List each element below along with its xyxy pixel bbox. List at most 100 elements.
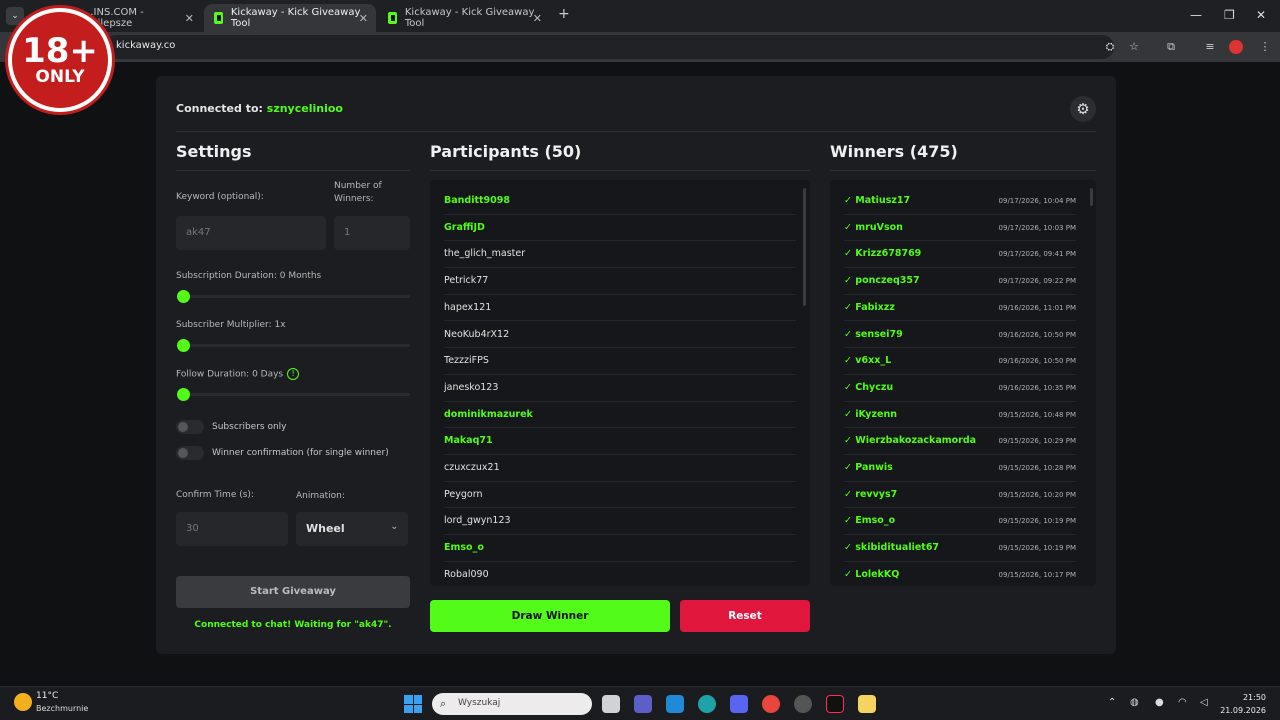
extensions-icon[interactable]: ⧉	[1164, 40, 1178, 54]
winner-row: ✓ Fabixzz 09/16/2026, 11:01 PM	[844, 295, 1076, 322]
page: Connected to: sznycelinioo ⚙ Settings Ke…	[0, 62, 1280, 686]
participant-row: Emso_o	[444, 535, 796, 562]
edge-icon[interactable]	[698, 695, 716, 713]
bookmark-star-icon[interactable]: ☆	[1127, 40, 1141, 54]
slider-handle[interactable]	[177, 388, 190, 401]
channel-name: sznycelinioo	[266, 102, 343, 115]
wifi-icon[interactable]: ◠	[1178, 697, 1187, 708]
tab-close-icon[interactable]: ✕	[533, 12, 542, 25]
browser-menu-icon[interactable]: ⋮	[1258, 40, 1272, 54]
slider-handle[interactable]	[177, 339, 190, 352]
follow-duration-row: Follow Duration: 0 Days!	[176, 368, 300, 380]
reset-button[interactable]: Reset	[680, 600, 810, 632]
clock[interactable]: 21:50 21.09.2026	[1220, 691, 1266, 717]
participant-row: Makaq71	[444, 428, 796, 455]
settings-gear-icon[interactable]: ⚙	[1070, 96, 1096, 122]
teams-icon[interactable]	[634, 695, 652, 713]
minimize-icon[interactable]: —	[1190, 8, 1202, 22]
tab-close-icon[interactable]: ✕	[359, 12, 368, 25]
restore-icon[interactable]: ❐	[1224, 8, 1235, 22]
task-view-icon[interactable]	[602, 695, 620, 713]
start-giveaway-button[interactable]: Start Giveaway	[176, 576, 410, 608]
tab-kickaway[interactable]: Kickaway - Kick Giveaway Tool ✕	[378, 4, 550, 32]
taskbar: 11°C Bezchmurnie ⌕ Wyszukaj ⌃ ◍ ● ◠ ◁ 21…	[0, 686, 1280, 720]
settings-title: Settings	[176, 142, 252, 161]
participants-scrollbar[interactable]	[803, 188, 806, 306]
participants-list[interactable]: Banditt9098 GraffiJD the_glich_master Petri…	[430, 180, 810, 586]
subscribers-only-toggle[interactable]	[176, 420, 204, 434]
winner-row: ✓ v6xx_L 09/16/2026, 10:50 PM	[844, 348, 1076, 375]
winner-row: ✓ iKyzenn 09/15/2026, 10:48 PM	[844, 402, 1076, 429]
participant-row: janesko123	[444, 375, 796, 402]
microphone-icon[interactable]: ●	[1155, 697, 1164, 708]
obs-icon[interactable]	[794, 695, 812, 713]
winner-confirmation-toggle[interactable]	[176, 446, 204, 460]
winner-row: ✓ Emso_o 09/15/2026, 10:19 PM	[844, 508, 1076, 536]
winners-scrollbar[interactable]	[1090, 188, 1093, 206]
winner-date: 09/15/2026, 10:48 PM	[998, 410, 1076, 419]
winner-date: 09/16/2026, 11:01 PM	[998, 303, 1076, 312]
new-tab-icon[interactable]: +	[558, 6, 570, 22]
winner-name: ✓ iKyzenn	[844, 408, 897, 420]
close-window-icon[interactable]: ✕	[1256, 8, 1266, 22]
winners-list[interactable]: ✓ Matiusz17 09/17/2026, 10:04 PM ✓ mruVson…	[830, 180, 1096, 586]
discord-icon[interactable]	[730, 695, 748, 713]
subscriber-multiplier-slider[interactable]	[180, 344, 410, 347]
winner-row: ✓ Wierzbakozackamorda 09/15/2026, 10:29 P…	[844, 428, 1076, 455]
draw-winner-button[interactable]: Draw Winner	[430, 600, 670, 632]
winners-label: Number of Winners:	[334, 181, 382, 204]
confirm-time-input[interactable]: 30	[176, 512, 288, 546]
participant-row: TezzziFPS	[444, 348, 796, 375]
winners-count-input[interactable]: 1	[334, 216, 410, 250]
slider-handle[interactable]	[177, 290, 190, 303]
browser-tab-strip: ⌄ ...INS.COM - Najlepsze ✕ Kickaway - Ki…	[0, 0, 1280, 32]
tray-app-icon[interactable]: ◍	[1130, 697, 1139, 708]
mail-icon[interactable]	[666, 695, 684, 713]
tiktok-icon[interactable]	[826, 695, 844, 713]
winner-date: 09/17/2026, 09:41 PM	[998, 250, 1076, 259]
tab-search-icon[interactable]: ⌄	[6, 7, 24, 25]
info-icon[interactable]: !	[287, 368, 300, 380]
chrome-icon[interactable]	[762, 695, 780, 713]
translate-icon[interactable]: ⛭	[1103, 40, 1117, 54]
subscription-duration-slider[interactable]	[180, 295, 410, 298]
winner-date: 09/15/2026, 10:29 PM	[998, 437, 1076, 446]
winners-title: Winners (475)	[830, 142, 958, 161]
winner-row: ✓ mruVson 09/17/2026, 10:03 PM	[844, 215, 1076, 242]
participant-row: Banditt9098	[444, 188, 796, 215]
participant-row: dominikmazurek	[444, 402, 796, 429]
winner-row: ✓ Krizz678769 09/17/2026, 09:41 PM	[844, 241, 1076, 269]
participant-row: lord_gwyn123	[444, 508, 796, 536]
winner-name: ✓ revvys7	[844, 488, 898, 500]
winner-date: 09/15/2026, 10:19 PM	[998, 517, 1076, 526]
taskbar-search[interactable]: ⌕ Wyszukaj	[432, 693, 592, 715]
tab-kickaway-active[interactable]: Kickaway - Kick Giveaway Tool ✕	[204, 4, 376, 32]
winner-date: 09/16/2026, 10:35 PM	[998, 383, 1076, 392]
keyword-input[interactable]: ak47	[176, 216, 326, 250]
participant-row: czuxczux21	[444, 455, 796, 482]
address-bar[interactable]: kickaway.co	[104, 35, 1114, 59]
winner-row: ✓ Matiusz17 09/17/2026, 10:04 PM	[844, 188, 1076, 215]
follow-duration-label: Follow Duration: 0 Days	[176, 369, 284, 380]
participant-row: hapex121	[444, 295, 796, 322]
follow-duration-slider[interactable]	[180, 393, 410, 396]
winner-row: ✓ LolekKQ 09/15/2026, 10:17 PM	[844, 562, 1076, 586]
profile-avatar-icon[interactable]	[1229, 40, 1243, 54]
windows-start-icon[interactable]	[404, 695, 422, 713]
search-placeholder: Wyszukaj	[458, 698, 501, 708]
tray-chevron-icon[interactable]: ⌃	[1108, 697, 1116, 708]
weather-sun-icon[interactable]	[14, 693, 32, 711]
volume-icon[interactable]: ◁	[1200, 697, 1208, 708]
winner-name: ✓ Matiusz17	[844, 195, 911, 206]
app-icon[interactable]	[858, 695, 876, 713]
winner-row: ✓ revvys7 09/15/2026, 10:20 PM	[844, 482, 1076, 509]
media-controls-icon[interactable]: ≡	[1203, 40, 1217, 54]
participant-row: GraffiJD	[444, 215, 796, 242]
animation-select[interactable]: Wheel ⌄	[296, 512, 408, 546]
divider	[176, 131, 1096, 132]
winner-name: ✓ sensei79	[844, 328, 903, 340]
clock-time: 21:50	[1242, 693, 1266, 702]
tab-close-icon[interactable]: ✕	[185, 12, 194, 25]
chat-status-text: Connected to chat! Waiting for "ak47".	[194, 620, 392, 630]
winner-name: ✓ mruVson	[844, 221, 903, 233]
